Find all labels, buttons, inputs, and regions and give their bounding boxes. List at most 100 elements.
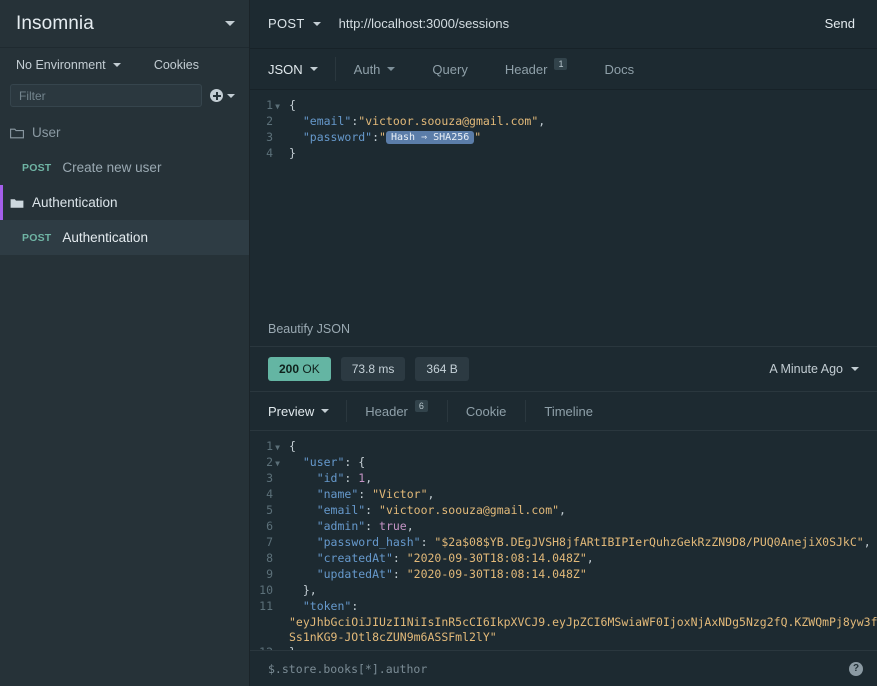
code-text: "token": — [284, 599, 877, 614]
code-token: , — [427, 487, 435, 501]
plus-circle-icon[interactable] — [210, 89, 223, 102]
tab-label: Header — [504, 61, 548, 77]
code-line-wrapped: "eyJhbGciOiJIUzI1NiIsInR5cCI6IkpXVCJ9.ey… — [250, 615, 877, 630]
tab-auth[interactable]: Auth — [336, 49, 415, 89]
chevron-down-icon[interactable] — [225, 21, 235, 26]
tab-cookie[interactable]: Cookie — [448, 392, 525, 430]
code-line: 1 ▼ { — [250, 439, 877, 455]
code-token: , — [586, 551, 594, 565]
sidebar-folder-authentication[interactable]: Authentication — [0, 185, 249, 220]
workspace-title: Insomnia — [16, 12, 94, 34]
request-tabs: JSON Auth Query Header 1 Docs — [250, 48, 877, 90]
response-body-viewer[interactable]: 1▼{2▼ "user": {3▼ "id": 1,4▼ "name": "Vi… — [250, 431, 877, 650]
request-body-editor[interactable]: 1▼{2▼ "email":"victoor.soouza@gmail.com"… — [250, 90, 877, 310]
tab-timeline[interactable]: Timeline — [526, 392, 612, 430]
add-request-group[interactable] — [210, 89, 239, 102]
line-number: 2▼ — [250, 455, 284, 471]
code-token: , — [406, 519, 414, 533]
workspace-header[interactable]: Insomnia — [0, 0, 249, 48]
status-text: OK — [302, 361, 320, 376]
sidebar-request-create-new-user[interactable]: POST Create new user — [0, 150, 249, 185]
chevron-down-icon[interactable] — [309, 67, 318, 71]
folder-open-outline-icon — [10, 127, 24, 139]
tab-label: Header — [365, 403, 408, 419]
send-button[interactable]: Send — [803, 0, 877, 48]
code-text: } — [284, 146, 877, 161]
elapsed-time-badge: 73.8 ms — [340, 356, 406, 382]
code-token: "2020-09-30T18:08:14.048Z" — [406, 551, 587, 565]
code-token: : — [351, 599, 359, 613]
code-line: 7▼ "password_hash": "$2a$08$YB.DEgJVSH8j… — [250, 535, 877, 551]
response-filter-bar[interactable]: $.store.books[*].author ? — [250, 650, 877, 686]
filter-row — [0, 82, 249, 115]
line-number: 11▼ — [259, 599, 273, 613]
tab-docs[interactable]: Docs — [586, 49, 653, 89]
code-line: 8▼ "createdAt": "2020-09-30T18:08:14.048… — [250, 551, 877, 567]
sidebar-filter-input[interactable] — [10, 84, 202, 107]
code-line: 6▼ "admin": true, — [250, 519, 877, 535]
code-token: : — [392, 567, 407, 581]
response-tabs: Preview Header 6 Cookie Timeline — [250, 392, 877, 431]
chevron-down-icon[interactable] — [387, 67, 396, 71]
tab-response-header[interactable]: Header 6 — [347, 392, 447, 430]
tab-json[interactable]: JSON — [250, 49, 335, 89]
response-status-bar: 200 OK 73.8 ms 364 B A Minute Ago — [250, 346, 877, 392]
fold-arrow-icon[interactable]: ▼ — [273, 440, 282, 455]
code-token: : — [365, 519, 380, 533]
fold-arrow-icon[interactable]: ▼ — [273, 99, 282, 114]
response-filter-input[interactable]: $.store.books[*].author — [268, 662, 849, 676]
tab-label: Auth — [353, 61, 381, 77]
code-token: "victoor.soouza@gmail.com" — [379, 503, 560, 517]
tab-query[interactable]: Query — [414, 49, 486, 89]
code-line: 4▼ "name": "Victor", — [250, 487, 877, 503]
code-token: "createdAt" — [316, 551, 393, 565]
tab-label: Query — [432, 61, 468, 77]
code-token: }, — [289, 583, 317, 597]
help-circle-icon[interactable]: ? — [849, 661, 863, 676]
tab-header[interactable]: Header 1 — [487, 49, 587, 89]
code-line: 2 ▼ "user": { — [250, 455, 877, 471]
beautify-json-button[interactable]: Beautify JSON — [250, 310, 877, 346]
chevron-down-icon[interactable] — [321, 409, 330, 413]
main-pane: POST http://localhost:3000/sessions Send… — [250, 0, 877, 686]
environment-selector-label[interactable]: No Environment — [16, 58, 106, 72]
code-token: " — [474, 130, 482, 144]
line-number: 6▼ — [266, 519, 273, 533]
fold-arrow-icon[interactable]: ▼ — [273, 456, 282, 471]
chevron-down-icon[interactable] — [851, 367, 859, 371]
code-token: true — [379, 519, 407, 533]
code-token: : — [358, 487, 373, 501]
http-method-dropdown[interactable]: POST — [250, 0, 335, 48]
code-token: "admin" — [316, 519, 366, 533]
chevron-down-icon[interactable] — [312, 21, 321, 26]
code-token: , — [538, 114, 546, 128]
sidebar-folder-label: Authentication — [32, 195, 118, 210]
sidebar-request-authentication[interactable]: POST Authentication — [0, 220, 249, 255]
code-token: "id" — [316, 471, 345, 485]
template-tag-chip[interactable]: Hash ⇒ SHA256 — [385, 131, 475, 144]
tab-preview[interactable]: Preview — [250, 392, 346, 430]
sidebar-folder-user[interactable]: User — [0, 115, 249, 150]
beautify-label: Beautify JSON — [268, 321, 350, 336]
code-token: , — [365, 471, 373, 485]
chevron-down-icon[interactable] — [227, 93, 235, 98]
request-name-label: Authentication — [62, 230, 148, 245]
response-history-dropdown[interactable]: A Minute Ago — [769, 362, 859, 376]
code-line: 3▼ "id": 1, — [250, 471, 877, 487]
chevron-down-icon[interactable] — [112, 63, 121, 67]
code-line: 11▼ "token": — [250, 599, 877, 615]
code-token: "updatedAt" — [316, 567, 393, 581]
cookies-button[interactable]: Cookies — [154, 58, 199, 72]
url-input[interactable]: http://localhost:3000/sessions — [335, 16, 803, 31]
http-method-label: POST — [268, 16, 305, 31]
line-number: 4▼ — [266, 146, 273, 160]
code-token: "email" — [302, 114, 352, 128]
code-token: "2020-09-30T18:08:14.048Z" — [406, 567, 587, 581]
line-number: 3▼ — [266, 471, 273, 485]
response-size-badge: 364 B — [415, 356, 469, 382]
code-token: "user" — [302, 455, 345, 469]
